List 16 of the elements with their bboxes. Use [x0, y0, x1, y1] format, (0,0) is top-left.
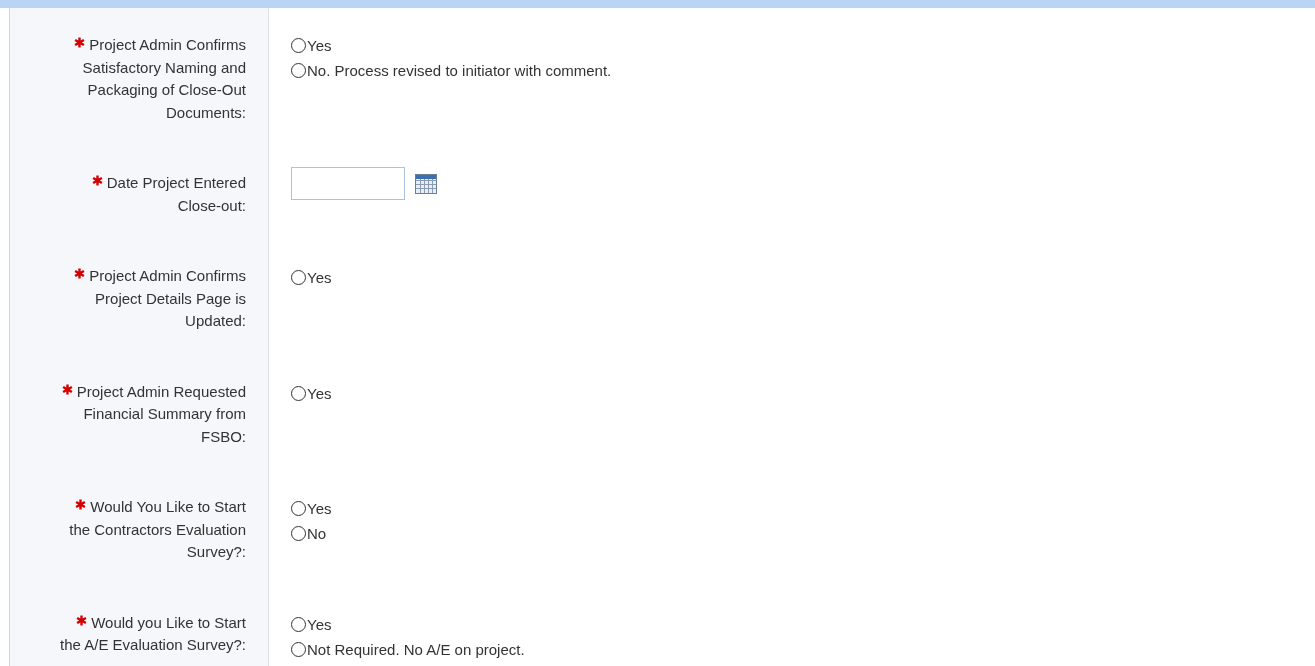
radio-label: Not Required. No A/E on project.	[307, 640, 525, 658]
calendar-icon[interactable]	[415, 173, 437, 194]
field-label: Project Admin Confirms Satisfactory Naming and Packaging of Close-Out Documents:	[82, 36, 246, 121]
field-label: Would you Like to Start the A/E Evaluation Survey?:	[60, 613, 246, 653]
radio-label: Yes	[307, 384, 332, 402]
radio-label: Yes	[307, 269, 332, 286]
date-field[interactable]	[291, 167, 405, 200]
radio-label: No	[307, 525, 327, 542]
field-label: Date Project Entered Close-out:	[106, 174, 246, 214]
field-label: Project Admin Requested Financial Summary from FSBO:	[76, 382, 246, 445]
field-label: Would You Like to Start the Contractors Evaluation Survey?:	[69, 498, 246, 560]
radio-label: Yes	[307, 37, 332, 54]
radio-label: Yes	[307, 615, 332, 633]
radio-label: Yes	[307, 500, 332, 517]
field-label: Project Admin Confirms Project Details Page is Updated:	[89, 267, 246, 329]
radio-label: No. Process revised to initiator with comment.	[307, 62, 612, 79]
